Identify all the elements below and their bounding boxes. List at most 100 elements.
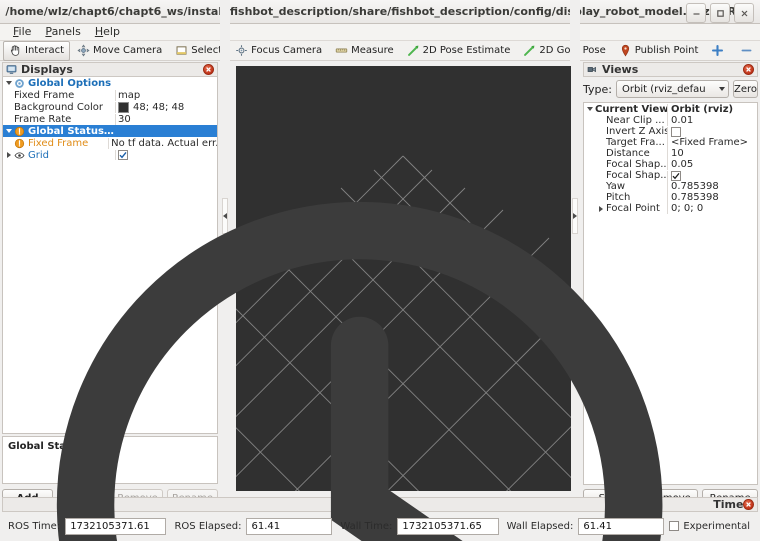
displays-panel-title: Displays [21, 63, 73, 76]
displays-panel-header: Displays [2, 62, 218, 77]
color-swatch [118, 101, 129, 113]
goal-arrow-icon [524, 45, 535, 56]
view-item-label: Invert Z Axis [606, 126, 667, 137]
time-panel-title: Time [713, 498, 744, 511]
menu-help-rest: elp [103, 25, 120, 38]
tool-publish-point[interactable]: Publish Point [613, 41, 705, 61]
ros-elapsed-input[interactable]: 61.41 [246, 517, 333, 535]
tool-select-label: Select [191, 45, 223, 56]
time-fields-row: ROS Time: 1732105371.61 ROS Elapsed: 61.… [2, 515, 758, 537]
table-row-selected[interactable]: Global Status: ... [3, 125, 217, 137]
experimental-checkbox[interactable] [669, 521, 680, 531]
tool-focus-camera[interactable]: Focus Camera [229, 41, 328, 61]
measure-icon [335, 48, 348, 53]
table-row[interactable]: Target Fra... <Fixed Frame> [584, 137, 757, 148]
views-type-row: Type: Orbit (rviz_defau Zero [583, 79, 758, 99]
wall-elapsed-input[interactable]: 61.41 [578, 517, 665, 535]
gear-icon [15, 78, 24, 88]
view-item-value: Orbit (rviz) [667, 103, 757, 115]
ros-time-label: ROS Time: [8, 520, 61, 532]
time-close-icon[interactable] [743, 499, 754, 510]
close-icon[interactable] [734, 3, 754, 23]
display-item-value-cell[interactable]: 48; 48; 48 [115, 101, 217, 113]
tool-publish-point-label: Publish Point [634, 45, 699, 56]
select-rect-icon [176, 46, 187, 55]
view-item-label: Current View [595, 103, 667, 115]
display-item-value[interactable]: map [115, 89, 217, 101]
view-item-value[interactable]: <Fixed Frame> [667, 137, 757, 148]
views-panel-header: Views [583, 62, 758, 77]
window-title: /home/wlz/chapt6/chapt6_ws/install/fishb… [5, 5, 755, 18]
clock-icon [56, 201, 663, 541]
invert-z-axis-checkbox[interactable] [671, 126, 681, 137]
experimental-toggle[interactable]: Experimental [669, 521, 750, 532]
display-item-label: Background Color [14, 101, 103, 113]
table-row[interactable]: Frame Rate 30 [3, 113, 217, 125]
wall-time-label: Wall Time: [340, 520, 393, 532]
table-row[interactable]: Fixed Frame map [3, 89, 217, 101]
tool-interact-label: Interact [25, 45, 65, 56]
tool-measure[interactable]: Measure [329, 41, 400, 61]
plus-icon [712, 44, 724, 57]
display-item-label: Fixed Frame [14, 89, 75, 101]
menu-panels-rest: anels [51, 25, 81, 38]
view-item-value[interactable]: 0.01 [667, 115, 757, 126]
main-toolbar: Interact Move Camera Select Focus Camera [0, 40, 760, 61]
display-item-value[interactable]: 30 [115, 113, 217, 125]
table-row[interactable]: Invert Z Axis [584, 126, 757, 137]
display-item-label: Frame Rate [14, 113, 72, 125]
experimental-label: Experimental [683, 520, 750, 532]
view-type-value: Orbit (rviz_defau [621, 83, 706, 95]
wall-time-input[interactable]: 1732105371.65 [397, 517, 499, 535]
title-bar: /home/wlz/chapt6/chapt6_ws/install/fishb… [0, 0, 760, 24]
menu-help-mnemonic: H [94, 25, 104, 38]
display-item-value: No tf data. Actual err... [108, 137, 217, 149]
views-close-icon[interactable] [743, 64, 754, 75]
table-row[interactable]: Near Clip ... 0.01 [584, 115, 757, 126]
tool-interact[interactable]: Interact [3, 40, 71, 61]
tool-2d-goal-pose[interactable]: 2D Goal Pose [517, 41, 611, 61]
expand-arrow-down-icon[interactable] [584, 107, 595, 111]
chevron-down-icon [718, 87, 725, 91]
view-type-select[interactable]: Orbit (rviz_defau [615, 80, 729, 98]
table-row[interactable]: Fixed Frame No tf data. Actual err... [3, 137, 217, 149]
monitor-icon [6, 65, 17, 74]
tool-focus-camera-label: Focus Camera [251, 45, 323, 56]
menu-file[interactable]: File [6, 24, 38, 40]
minus-icon [741, 49, 752, 52]
expand-arrow-down-icon[interactable] [3, 81, 14, 85]
display-item-label: Global Status: ... [28, 125, 115, 137]
ros-elapsed-label: ROS Elapsed: [174, 520, 242, 532]
rviz-window: /home/wlz/chapt6/chapt6_ws/install/fishb… [0, 0, 760, 541]
menu-bar: File Panels Help [0, 24, 760, 41]
focus-camera-icon [236, 45, 247, 56]
warning-icon [14, 126, 25, 136]
menu-file-rest: ile [18, 25, 32, 38]
move-camera-icon [77, 44, 90, 57]
minimize-icon[interactable] [686, 3, 706, 23]
displays-close-icon[interactable] [203, 64, 214, 75]
ros-time-input[interactable]: 1732105371.61 [65, 517, 167, 535]
view-item-value-cell[interactable] [667, 126, 757, 137]
tool-move-camera-label: Move Camera [93, 45, 163, 56]
table-row[interactable]: Background Color 48; 48; 48 [3, 101, 217, 113]
pose-arrow-icon [407, 45, 418, 56]
zero-button[interactable]: Zero [732, 80, 758, 98]
view-item-label: Target Fra... [606, 137, 665, 148]
table-row[interactable]: Global Options [3, 77, 217, 89]
views-type-label: Type: [583, 82, 612, 96]
menu-panels[interactable]: Panels [38, 24, 87, 40]
wall-elapsed-label: Wall Elapsed: [506, 520, 574, 532]
display-item-label: Fixed Frame [28, 137, 89, 149]
maximize-icon[interactable] [710, 3, 730, 23]
display-item-value: 48; 48; 48 [133, 101, 185, 113]
tool-measure-label: Measure [351, 45, 394, 56]
view-item-label: Near Clip ... [606, 115, 665, 126]
expand-arrow-down-icon[interactable] [3, 129, 14, 133]
tool-move-camera[interactable]: Move Camera [71, 41, 168, 61]
table-row[interactable]: Current View Orbit (rviz) [584, 103, 757, 115]
tool-add[interactable] [705, 41, 733, 61]
tool-remove[interactable] [734, 41, 760, 61]
tool-2d-pose-estimate[interactable]: 2D Pose Estimate [401, 41, 517, 61]
menu-help[interactable]: Help [88, 24, 127, 40]
